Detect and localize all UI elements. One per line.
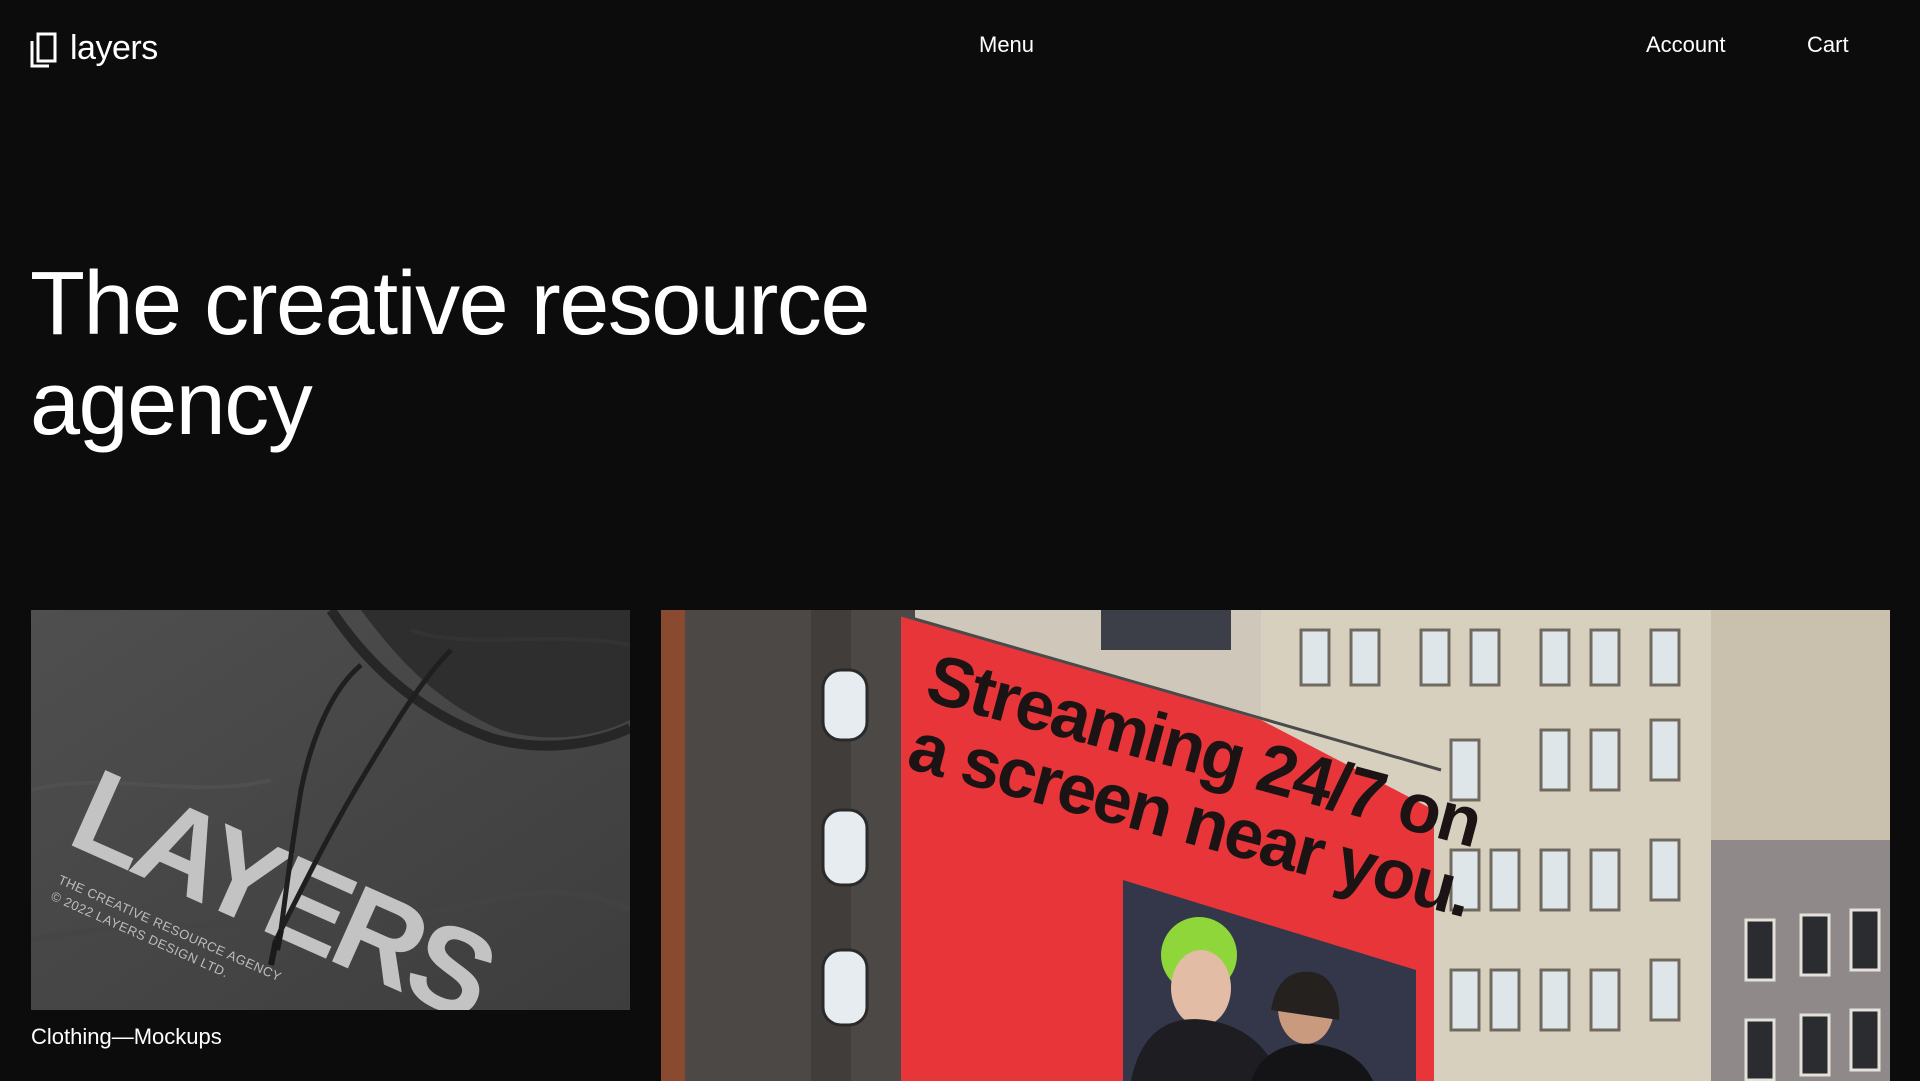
page: layers Menu Account Cart The creative re…	[0, 0, 1920, 1081]
hero-title: The creative resource agency	[30, 254, 1030, 454]
hoodie-mockup-image: LAYERS THE CREATIVE RESOURCE AGENCY © 20…	[31, 610, 630, 1010]
logo-text: layers	[70, 29, 158, 67]
cart-link[interactable]: Cart	[1807, 34, 1849, 56]
clothing-mockups-card-image[interactable]: LAYERS THE CREATIVE RESOURCE AGENCY © 20…	[31, 610, 630, 1010]
hero-title-line-2: agency	[30, 354, 313, 454]
menu-link[interactable]: Menu	[979, 34, 1034, 56]
site-header: layers Menu Account Cart	[0, 0, 1920, 100]
billboard-mockup-card-image[interactable]: Streaming 24/7 on a screen near you.	[661, 610, 1890, 1081]
account-link[interactable]: Account	[1646, 34, 1726, 56]
clothing-mockups-caption[interactable]: Clothing—Mockups	[31, 1024, 222, 1050]
hero-title-line-1: The creative resource	[30, 254, 870, 354]
logo-link[interactable]: layers	[30, 29, 158, 68]
layers-logo-icon	[30, 32, 57, 68]
billboard-building-image: Streaming 24/7 on a screen near you.	[661, 610, 1890, 1081]
